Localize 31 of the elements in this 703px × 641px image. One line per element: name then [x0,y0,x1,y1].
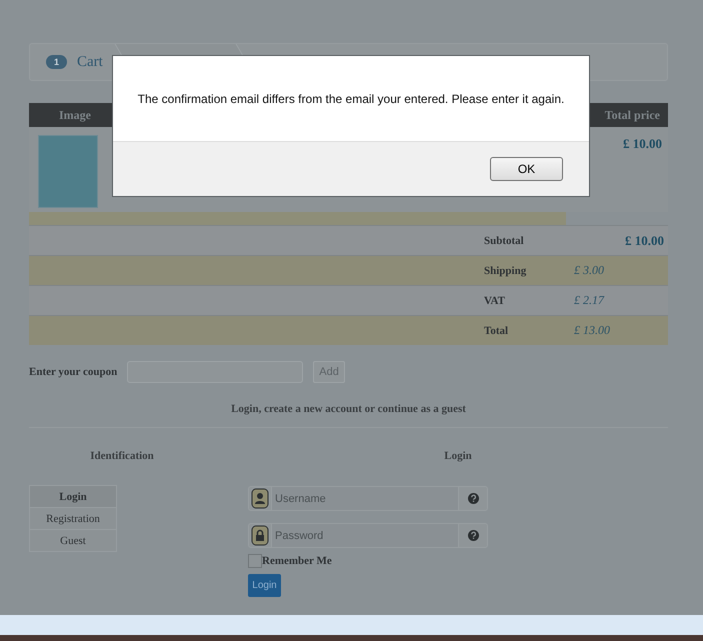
summary-label: Subtotal [484,234,525,246]
help-icon[interactable] [468,530,478,541]
price-cell: £ 10.00 [596,127,668,212]
breadcrumb-link[interactable]: Cart [77,54,103,70]
lock-icon [251,525,269,546]
login-intro-text: Login, create a new account or continue as a guest [29,403,668,428]
section-heading: Login [443,450,473,462]
column-header: Total price [596,103,668,127]
summary-value: £ 2.17 [574,293,606,308]
ok-button[interactable]: OK [490,157,563,181]
password-field[interactable]: Password [248,523,488,548]
summary-value: £ 10.00 [624,232,665,248]
step-number-badge: 1 [46,55,68,69]
summary-label: Shipping [484,264,528,276]
section-heading: Identification [89,450,155,462]
identification-tab[interactable]: Login [29,485,117,508]
remember-checkbox[interactable] [248,554,262,568]
username-field[interactable]: Username [248,486,488,511]
identification-tab[interactable]: Guest [29,529,117,552]
summary-label: VAT [484,294,506,306]
help-icon[interactable] [468,493,478,504]
login-button[interactable]: Login [248,574,281,597]
identification-tab[interactable]: Registration [29,507,117,530]
summary-value: £ 3.00 [574,263,605,278]
remember-label: Remember Me [262,555,332,567]
column-header: Image [29,103,99,127]
dialog-message: The confirmation email differs from the email your entered. Please enter it again. [138,92,564,106]
summary-value: £ 13.00 [574,323,611,338]
summary-label: Total [484,324,510,336]
coupon-label: Enter your coupon [29,366,118,378]
user-icon [251,488,269,509]
